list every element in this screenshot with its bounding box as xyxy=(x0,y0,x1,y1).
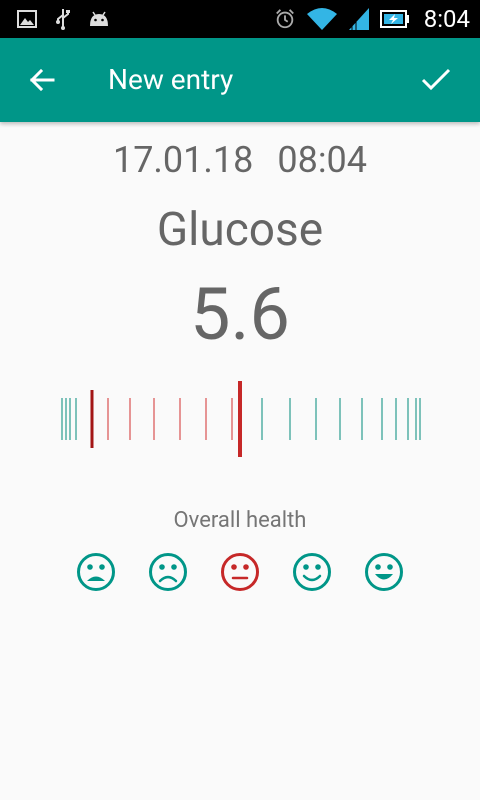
happy-face-icon[interactable] xyxy=(292,550,332,594)
neutral-face-icon[interactable] xyxy=(220,550,260,594)
datetime-row: 17.01.18 08:04 xyxy=(0,138,480,182)
very-sad-face-icon[interactable] xyxy=(76,550,116,594)
time-field[interactable]: 08:04 xyxy=(277,138,367,182)
value-display: 5.6 xyxy=(190,272,290,357)
date-field[interactable]: 17.01.18 xyxy=(113,138,253,182)
health-rating xyxy=(0,550,480,594)
save-button[interactable] xyxy=(414,60,458,100)
android-icon xyxy=(88,8,110,30)
alarm-icon xyxy=(274,8,296,30)
back-button[interactable] xyxy=(22,60,62,100)
very-happy-face-icon[interactable] xyxy=(364,550,404,594)
page-title: New entry xyxy=(108,63,234,96)
category-label[interactable]: Glucose xyxy=(0,200,480,260)
battery-charging-icon xyxy=(379,8,410,30)
clock: 8:04 xyxy=(423,5,470,33)
arrow-back-icon xyxy=(29,68,55,92)
app-bar: New entry xyxy=(0,38,480,122)
sad-face-icon[interactable] xyxy=(148,550,188,594)
check-icon xyxy=(421,68,451,91)
status-bar: 8:04 xyxy=(0,0,480,38)
overall-health-label: Overall health xyxy=(173,508,307,533)
value-ruler-picker[interactable] xyxy=(40,378,440,460)
signal-icon xyxy=(348,8,370,30)
usb-icon xyxy=(52,8,74,30)
wifi-icon xyxy=(306,8,338,30)
image-icon xyxy=(16,8,38,30)
